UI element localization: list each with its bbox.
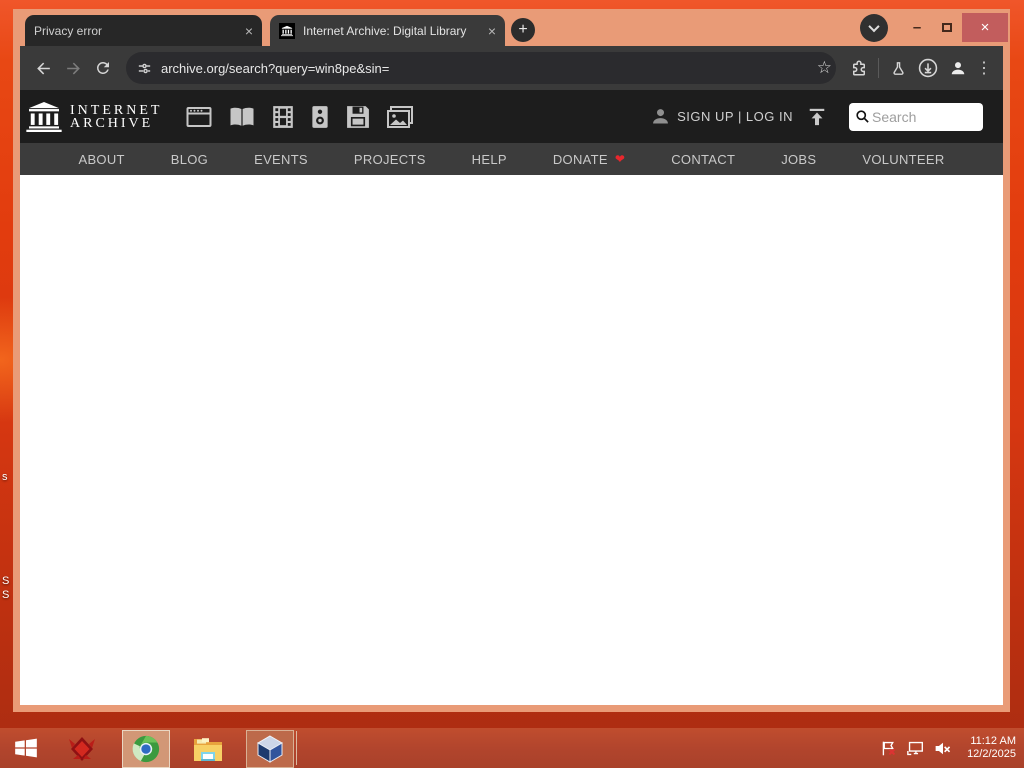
media-type-icons <box>186 105 414 129</box>
taskbar-clock[interactable]: 11:12 AM 12/2/2025 <box>967 735 1016 761</box>
close-button[interactable]: × <box>962 13 1008 42</box>
site-settings-icon[interactable] <box>136 60 153 77</box>
volume-muted-icon[interactable] <box>934 740 952 757</box>
nav-projects[interactable]: PROJECTS <box>331 152 449 167</box>
software-icon[interactable] <box>346 105 370 129</box>
taskbar-app-explorer[interactable] <box>184 730 232 768</box>
nav-events[interactable]: EVENTS <box>231 152 331 167</box>
nav-donate-label: DONATE <box>552 151 608 167</box>
user-icon <box>653 109 669 124</box>
file-explorer-icon <box>194 737 222 761</box>
ia-wordmark[interactable]: INTERNET ARCHIVE <box>70 102 163 131</box>
tab-title: Privacy error <box>34 23 103 38</box>
web-icon[interactable] <box>186 105 212 129</box>
download-icon <box>918 58 938 78</box>
downloads-button[interactable] <box>913 53 943 83</box>
network-icon[interactable] <box>906 740 925 757</box>
windows-logo-icon <box>15 738 37 758</box>
ia-search-box[interactable] <box>849 102 983 131</box>
video-icon[interactable] <box>272 105 294 129</box>
internet-archive-logo[interactable] <box>26 101 62 132</box>
profile-icon <box>951 62 965 75</box>
audio-icon[interactable] <box>311 105 329 129</box>
nav-blog[interactable]: BLOG <box>148 152 231 167</box>
nav-volunteer[interactable]: VOLUNTEER <box>839 152 967 167</box>
maximize-icon <box>942 23 952 32</box>
internet-archive-favicon <box>279 22 295 39</box>
window-controls: – × <box>860 12 1008 43</box>
taskbar-app-virtualbox[interactable] <box>246 729 294 768</box>
reload-button[interactable] <box>88 53 118 83</box>
forward-button[interactable] <box>58 53 88 83</box>
texts-icon[interactable] <box>229 105 255 129</box>
ia-nav: ABOUT BLOG EVENTS PROJECTS HELP DONATE ❤… <box>20 143 1003 175</box>
signup-login-link[interactable]: SIGN UP | LOG IN <box>677 109 793 124</box>
desktop-label-fragment: s <box>2 471 8 483</box>
taskbar-group-divider <box>296 731 297 765</box>
browser-window: Privacy error × Internet Archive: Digita… <box>13 9 1010 712</box>
address-bar[interactable]: archive.org/search?query=win8pe&sin= ☆ <box>126 52 836 84</box>
nav-contact[interactable]: CONTACT <box>648 152 758 167</box>
upload-icon[interactable] <box>807 107 827 127</box>
minimize-button[interactable]: – <box>902 19 932 36</box>
toolbar-divider <box>878 58 879 78</box>
profile-button[interactable] <box>943 53 973 83</box>
new-tab-button[interactable]: + <box>511 18 535 42</box>
ia-header: INTERNET ARCHIVE SIGN UP | LOG IN Search <box>20 90 1003 143</box>
flask-icon <box>892 61 904 75</box>
system-tray: 11:12 AM 12/2/2025 <box>880 728 1024 768</box>
action-center-flag-icon[interactable] <box>880 740 897 757</box>
browser-toolbar: archive.org/search?query=win8pe&sin= ☆ ⋮ <box>20 46 1003 90</box>
bookmark-star-icon[interactable]: ☆ <box>817 58 832 78</box>
taskbar: 11:12 AM 12/2/2025 <box>0 728 1024 768</box>
chrome-icon <box>132 735 160 762</box>
forward-icon <box>66 62 80 74</box>
tab-search-button[interactable] <box>860 13 888 42</box>
start-button[interactable] <box>8 728 44 768</box>
desktop-label-fragment: S <box>2 575 10 587</box>
virtualbox-icon <box>257 734 283 763</box>
extensions-button[interactable] <box>844 53 874 83</box>
clock-date: 12/2/2025 <box>967 748 1016 760</box>
tab-close-icon[interactable]: × <box>245 23 253 39</box>
heart-icon: ❤ <box>614 152 626 166</box>
wordmark-line2: ARCHIVE <box>70 115 154 131</box>
reload-icon <box>96 61 109 74</box>
taskbar-app-chrome[interactable] <box>122 729 170 768</box>
search-icon <box>856 110 869 123</box>
tab-internet-archive[interactable]: Internet Archive: Digital Library × <box>270 15 505 46</box>
nav-jobs[interactable]: JOBS <box>758 152 839 167</box>
tab-title: Internet Archive: Digital Library <box>303 23 467 38</box>
nav-help[interactable]: HELP <box>449 152 530 167</box>
clock-time: 11:12 AM <box>970 735 1016 747</box>
taskbar-app-red[interactable] <box>58 730 106 768</box>
url-text[interactable]: archive.org/search?query=win8pe&sin= <box>161 61 817 76</box>
tab-strip: Privacy error × Internet Archive: Digita… <box>13 9 1010 46</box>
extensions-icon <box>853 60 865 76</box>
tab-privacy-error[interactable]: Privacy error × <box>25 15 262 46</box>
ia-search-input[interactable] <box>870 107 970 126</box>
nav-donate[interactable]: DONATE ❤ <box>530 152 648 167</box>
desktop: s S S Privacy error × Internet Archive: … <box>0 0 1024 768</box>
chevron-down-icon <box>868 20 880 32</box>
tab-close-icon[interactable]: × <box>488 23 496 39</box>
experiments-button[interactable] <box>883 53 913 83</box>
wordmark-line1: INTERNET <box>70 102 163 118</box>
maximize-button[interactable] <box>932 23 962 32</box>
back-button[interactable] <box>28 53 58 83</box>
back-icon <box>36 62 50 74</box>
images-icon[interactable] <box>387 105 414 129</box>
webpage: INTERNET ARCHIVE SIGN UP | LOG IN Search… <box>20 90 1003 705</box>
page-content-blank <box>20 175 1003 705</box>
menu-button[interactable]: ⋮ <box>973 53 995 83</box>
nav-about[interactable]: ABOUT <box>55 152 147 167</box>
desktop-label-fragment: S <box>2 589 10 601</box>
red-app-icon <box>69 736 95 761</box>
